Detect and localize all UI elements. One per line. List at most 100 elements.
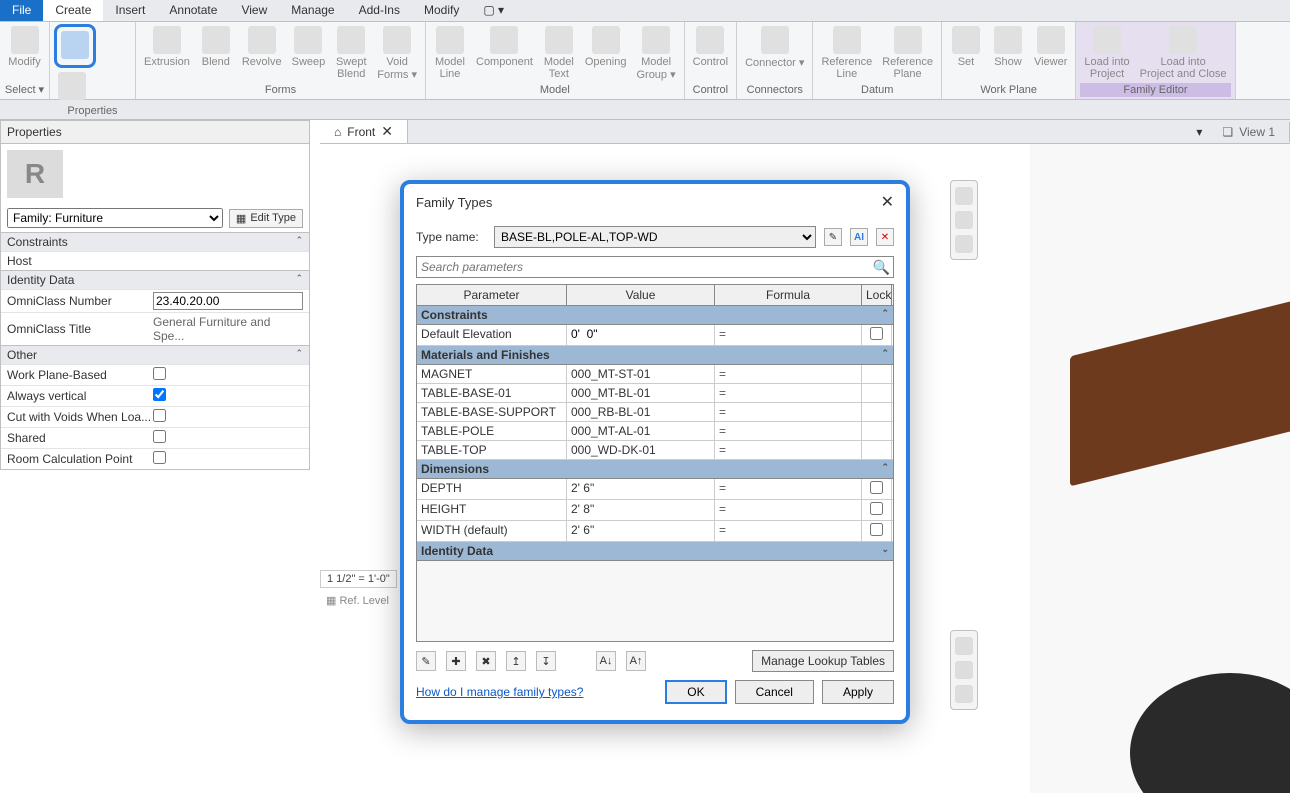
nav-controls-front[interactable] xyxy=(950,180,978,260)
control-button[interactable]: Control xyxy=(689,24,732,70)
hdr-value[interactable]: Value xyxy=(567,285,715,305)
family-types-button[interactable] xyxy=(54,24,96,68)
new-type-icon[interactable]: ✎ xyxy=(824,228,842,246)
move-down-icon[interactable]: ↧ xyxy=(536,651,556,671)
lock-default-elevation[interactable] xyxy=(870,327,883,340)
manage-lookup-button[interactable]: Manage Lookup Tables xyxy=(752,650,894,672)
load-project-button[interactable]: Load into Project xyxy=(1080,24,1133,82)
tab-manage[interactable]: Manage xyxy=(279,0,346,21)
apply-button[interactable]: Apply xyxy=(822,680,894,704)
hdr-lock[interactable]: Lock xyxy=(862,285,892,305)
tab-annotate[interactable]: Annotate xyxy=(157,0,229,21)
param-value[interactable]: 000_WD-DK-01 xyxy=(567,441,715,459)
tab-overflow-icon[interactable]: ▾ xyxy=(1190,125,1208,139)
section-materials-grid[interactable]: Materials and Finishes⌃ xyxy=(417,346,893,365)
component-button[interactable]: Component xyxy=(472,24,537,70)
tab-view[interactable]: View xyxy=(229,0,279,21)
lock-check[interactable] xyxy=(870,502,883,515)
hdr-formula[interactable]: Formula xyxy=(715,285,862,305)
nav-controls-front-2[interactable] xyxy=(950,630,978,710)
load-close-button[interactable]: Load into Project and Close xyxy=(1136,24,1231,82)
hdr-parameter[interactable]: Parameter xyxy=(417,285,567,305)
room-calc-check[interactable] xyxy=(153,451,166,464)
param-value[interactable]: 2' 8" xyxy=(567,500,715,520)
formula-cell[interactable]: = xyxy=(715,521,862,541)
swept-blend-button[interactable]: Swept Blend xyxy=(331,24,371,82)
view-tab-view1[interactable]: ❏ View 1 xyxy=(1208,122,1290,142)
search-parameters-input[interactable] xyxy=(416,256,894,278)
void-forms-button[interactable]: Void Forms ▾ xyxy=(373,24,421,83)
cut-voids-check[interactable] xyxy=(153,409,166,422)
formula-cell[interactable]: = xyxy=(715,384,862,402)
tab-insert[interactable]: Insert xyxy=(103,0,157,21)
section-constraints-grid[interactable]: Constraints⌃ xyxy=(417,306,893,325)
param-value[interactable]: 000_MT-AL-01 xyxy=(567,422,715,440)
param-value[interactable]: 000_MT-ST-01 xyxy=(567,365,715,383)
param-value[interactable]: 2' 6" xyxy=(567,521,715,541)
lock-check[interactable] xyxy=(870,523,883,536)
family-selector[interactable]: Family: Furniture xyxy=(7,208,223,228)
delete-param-icon[interactable]: ✖ xyxy=(476,651,496,671)
cancel-button[interactable]: Cancel xyxy=(735,680,814,704)
param-value[interactable]: 2' 6" xyxy=(567,479,715,499)
omni-num-input[interactable] xyxy=(153,292,303,310)
blend-button[interactable]: Blend xyxy=(196,24,236,70)
view-tab-front[interactable]: ⌂ Front ✕ xyxy=(320,120,408,143)
param-value[interactable]: 000_MT-BL-01 xyxy=(567,384,715,402)
ref-plane-button[interactable]: Reference Plane xyxy=(878,24,937,82)
tab-file[interactable]: File xyxy=(0,0,43,21)
tab-addins[interactable]: Add-Ins xyxy=(347,0,412,21)
move-up-icon[interactable]: ↥ xyxy=(506,651,526,671)
param-value[interactable]: 000_RB-BL-01 xyxy=(567,403,715,421)
lock-check[interactable] xyxy=(870,481,883,494)
always-vert-check[interactable] xyxy=(153,388,166,401)
formula-cell[interactable]: = xyxy=(715,365,862,383)
tab-extra[interactable]: ▢ ▾ xyxy=(471,0,516,21)
close-icon[interactable]: ✕ xyxy=(381,123,393,140)
sweep-button[interactable]: Sweep xyxy=(288,24,330,70)
formula-cell[interactable]: = xyxy=(715,479,862,499)
section-identity[interactable]: Identity Data⌃ xyxy=(1,270,309,289)
extrusion-button[interactable]: Extrusion xyxy=(140,24,194,70)
ref-line-button[interactable]: Reference Line xyxy=(817,24,876,82)
formula-cell[interactable]: = xyxy=(715,325,862,345)
section-dimensions-grid[interactable]: Dimensions⌃ xyxy=(417,460,893,479)
modify-button[interactable]: Modify xyxy=(4,24,44,70)
tab-modify[interactable]: Modify xyxy=(412,0,471,21)
model-line-button[interactable]: Model Line xyxy=(430,24,470,82)
delete-type-icon[interactable]: ✕ xyxy=(876,228,894,246)
sort-asc-icon[interactable]: A↓ xyxy=(596,651,616,671)
tab-create[interactable]: Create xyxy=(43,0,103,21)
section-other[interactable]: Other⌃ xyxy=(1,345,309,364)
revolve-button[interactable]: Revolve xyxy=(238,24,286,70)
formula-cell[interactable]: = xyxy=(715,441,862,459)
set-button[interactable]: Set xyxy=(946,24,986,70)
opening-button[interactable]: Opening xyxy=(581,24,631,70)
model-text-button[interactable]: Model Text xyxy=(539,24,579,82)
search-icon[interactable]: 🔍 xyxy=(873,259,890,276)
canvas-3d[interactable] xyxy=(1030,144,1290,793)
section-constraints[interactable]: Constraints⌃ xyxy=(1,232,309,251)
type-name-select[interactable]: BASE-BL,POLE-AL,TOP-WD xyxy=(494,226,816,248)
formula-cell[interactable]: = xyxy=(715,500,862,520)
edit-param-icon[interactable]: ✎ xyxy=(416,651,436,671)
close-dialog-icon[interactable]: ✕ xyxy=(881,192,894,212)
section-identity-grid[interactable]: Identity Data⌄ xyxy=(417,542,893,561)
formula-cell[interactable]: = xyxy=(715,403,862,421)
shared-check[interactable] xyxy=(153,430,166,443)
help-link[interactable]: How do I manage family types? xyxy=(416,685,583,699)
val-default-elevation[interactable] xyxy=(571,327,710,341)
prop-btn-2[interactable] xyxy=(54,70,90,104)
ok-button[interactable]: OK xyxy=(665,680,726,704)
rename-type-icon[interactable]: AI xyxy=(850,228,868,246)
select-group-label[interactable]: Select ▾ xyxy=(5,82,44,97)
new-param-icon[interactable]: ✚ xyxy=(446,651,466,671)
edit-type-button[interactable]: ▦Edit Type xyxy=(229,209,303,228)
scale-indicator[interactable]: 1 1/2" = 1'-0" xyxy=(320,570,397,588)
wp-based-check[interactable] xyxy=(153,367,166,380)
model-group-button[interactable]: Model Group ▾ xyxy=(632,24,679,83)
viewer-button[interactable]: Viewer xyxy=(1030,24,1071,70)
formula-cell[interactable]: = xyxy=(715,422,862,440)
sort-desc-icon[interactable]: A↑ xyxy=(626,651,646,671)
connector-button[interactable]: Connector ▾ xyxy=(741,24,808,71)
